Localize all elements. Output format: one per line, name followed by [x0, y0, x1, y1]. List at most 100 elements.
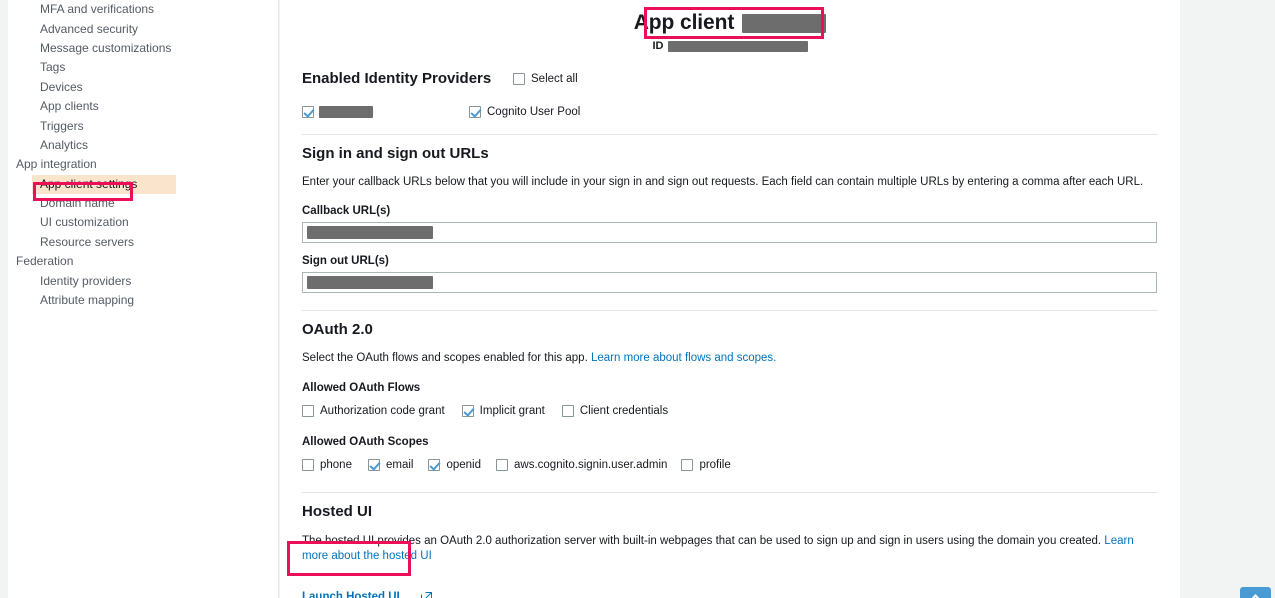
callback-url-label: Callback URL(s)	[302, 205, 391, 217]
signout-url-value-redacted	[307, 276, 433, 289]
select-all-checkbox[interactable]	[513, 73, 525, 85]
sidebar-item-label: App clients	[40, 99, 99, 114]
sidebar-item-tags[interactable]: Tags	[8, 58, 278, 77]
identity-provider-item-cognito-user-pool[interactable]: Cognito User Pool	[469, 105, 580, 119]
sidebar-item-label: Federation	[16, 254, 74, 269]
checkbox-item-implicit-grant[interactable]: Implicit grant	[461, 404, 545, 418]
sidebar-item-app-client-settings[interactable]: App client settings	[32, 174, 176, 194]
sidebar-item-ui-customization[interactable]: UI customization	[8, 213, 278, 232]
allowed-oauth-flows-row: Authorization code grant Implicit grant Cl…	[302, 404, 1158, 418]
divider-3	[302, 492, 1158, 493]
sidebar-item-domain-name[interactable]: Domain name	[8, 194, 278, 213]
oauth-section: OAuth 2.0 Select the OAuth flows and sco…	[302, 321, 1158, 472]
checkbox-label: email	[385, 459, 414, 471]
sidebar-item-app-integration[interactable]: App integration	[8, 155, 278, 174]
select-all-label: Select all	[531, 73, 578, 85]
identity-provider-item-redacted[interactable]	[302, 106, 469, 118]
hosted-ui-description-text: The hosted UI provides an OAuth 2.0 auth…	[302, 535, 1102, 547]
external-link-icon[interactable]	[421, 590, 433, 598]
checkbox-label: aws.cognito.signin.user.admin	[514, 459, 668, 471]
sidebar-item-message-customizations[interactable]: Message customizations	[8, 39, 278, 58]
checkbox-client-credentials[interactable]	[561, 405, 574, 417]
oauth-heading: OAuth 2.0	[302, 321, 373, 338]
sidebar-item-label: UI customization	[40, 215, 129, 230]
sidebar-item-label: Domain name	[40, 196, 115, 211]
checkbox-phone[interactable]	[302, 459, 314, 471]
sidebar-item-label: Resource servers	[40, 234, 135, 249]
sign-in-sign-out-urls-section: Sign in and sign out URLs Enter your cal…	[302, 145, 1158, 293]
allowed-oauth-flows-label: Allowed OAuth Flows	[302, 382, 421, 394]
checkbox-profile[interactable]	[681, 459, 694, 471]
sidebar-item-federation[interactable]: Federation	[8, 252, 278, 271]
select-all-checkbox-item[interactable]: Select all	[513, 72, 578, 86]
sidebar-item-triggers[interactable]: Triggers	[8, 116, 278, 135]
callback-url-value-redacted	[307, 226, 433, 239]
sidebar-item-app-clients[interactable]: App clients	[8, 97, 278, 116]
page-title: App client	[633, 11, 735, 34]
sidebar-item-analytics[interactable]: Analytics	[8, 136, 278, 155]
app-client-id-label: ID	[652, 40, 664, 52]
sidebar-item-label: MFA and verifications	[40, 2, 155, 17]
sidebar-item-mfa-and-verifications[interactable]: MFA and verifications	[8, 0, 278, 19]
divider-1	[302, 134, 1158, 135]
app-client-id-row: ID	[302, 40, 1158, 53]
checkbox-item-aws-cognito-signin-user-admin[interactable]: aws.cognito.signin.user.admin	[496, 458, 667, 472]
left-rail-strip	[0, 0, 8, 598]
app-client-settings-page: MFA and verifications Advanced security Me…	[0, 0, 1275, 598]
urls-description: Enter your callback URLs below that you …	[302, 176, 1144, 188]
callback-url-input[interactable]	[302, 222, 1157, 243]
oauth-learn-more-link[interactable]: Learn more about flows and scopes.	[591, 352, 776, 364]
scroll-to-top-button[interactable]	[1240, 587, 1271, 598]
checkbox-label: phone	[320, 459, 352, 471]
sidebar-item-label: Analytics	[40, 137, 89, 152]
checkbox-label: openid	[446, 459, 482, 471]
checkbox-label: Implicit grant	[479, 405, 545, 417]
sidebar-item-devices[interactable]: Devices	[8, 78, 278, 97]
sidebar-item-label: Message customizations	[40, 40, 172, 55]
checkbox-label: Authorization code grant	[320, 405, 445, 417]
identity-providers-heading: Enabled Identity Providers	[302, 70, 492, 87]
cognito-user-pool-checkbox[interactable]	[469, 106, 481, 118]
sidebar-item-advanced-security[interactable]: Advanced security	[8, 19, 278, 38]
sidebar-item-label: Advanced security	[40, 21, 139, 36]
checkbox-authorization-code-grant[interactable]	[302, 405, 314, 417]
hosted-ui-description: The hosted UI provides an OAuth 2.0 auth…	[302, 534, 1137, 564]
main-content-panel: App client ID Enabled Identity Providers…	[280, 0, 1180, 598]
cognito-user-pool-label: Cognito User Pool	[487, 106, 581, 118]
checkbox-label: Client credentials	[579, 405, 669, 417]
checkbox-openid[interactable]	[428, 459, 441, 471]
checkbox-item-openid[interactable]: openid	[428, 458, 481, 472]
sidebar-item-resource-servers[interactable]: Resource servers	[8, 233, 278, 252]
sidebar-item-attribute-mapping[interactable]: Attribute mapping	[8, 291, 278, 310]
allowed-oauth-scopes-label: Allowed OAuth Scopes	[302, 436, 429, 448]
oauth-description-text: Select the OAuth flows and scopes enable…	[302, 352, 588, 364]
identity-provider-name-redacted	[319, 106, 373, 118]
urls-heading: Sign in and sign out URLs	[302, 145, 489, 162]
app-client-id-redacted	[667, 40, 808, 52]
checkbox-item-profile[interactable]: profile	[681, 458, 731, 472]
checkbox-item-client-credentials[interactable]: Client credentials	[561, 404, 669, 418]
enabled-identity-providers-section: Enabled Identity Providers Select all Co…	[302, 70, 1158, 119]
checkbox-email[interactable]	[367, 459, 380, 471]
checkbox-implicit-grant[interactable]	[461, 405, 474, 417]
sidebar-item-label: Triggers	[40, 118, 84, 133]
sidebar-item-label: Identity providers	[40, 273, 132, 288]
checkbox-item-phone[interactable]: phone	[302, 458, 352, 472]
sidebar-nav-list: MFA and verifications Advanced security Me…	[8, 0, 278, 310]
signout-url-input[interactable]	[302, 272, 1157, 293]
sidebar-item-label: App integration	[16, 157, 97, 172]
sidebar-item-label: Attribute mapping	[40, 293, 135, 308]
identity-provider-checkbox-redacted[interactable]	[302, 106, 314, 118]
checkbox-item-email[interactable]: email	[367, 458, 414, 472]
launch-hosted-ui-button[interactable]: Launch Hosted UI	[302, 591, 400, 598]
checkbox-item-authorization-code-grant[interactable]: Authorization code grant	[302, 404, 445, 418]
divider-2	[302, 310, 1158, 311]
app-client-name-redacted	[742, 14, 827, 34]
sidebar-item-label: Devices	[40, 79, 83, 94]
checkbox-aws-cognito-signin-user-admin[interactable]	[496, 459, 509, 471]
sidebar-item-identity-providers[interactable]: Identity providers	[8, 271, 278, 290]
checkbox-label: profile	[699, 459, 731, 471]
identity-provider-checkbox-row: Cognito User Pool	[302, 105, 1158, 119]
oauth-description: Select the OAuth flows and scopes enable…	[302, 351, 1158, 366]
signout-url-label: Sign out URL(s)	[302, 255, 389, 267]
